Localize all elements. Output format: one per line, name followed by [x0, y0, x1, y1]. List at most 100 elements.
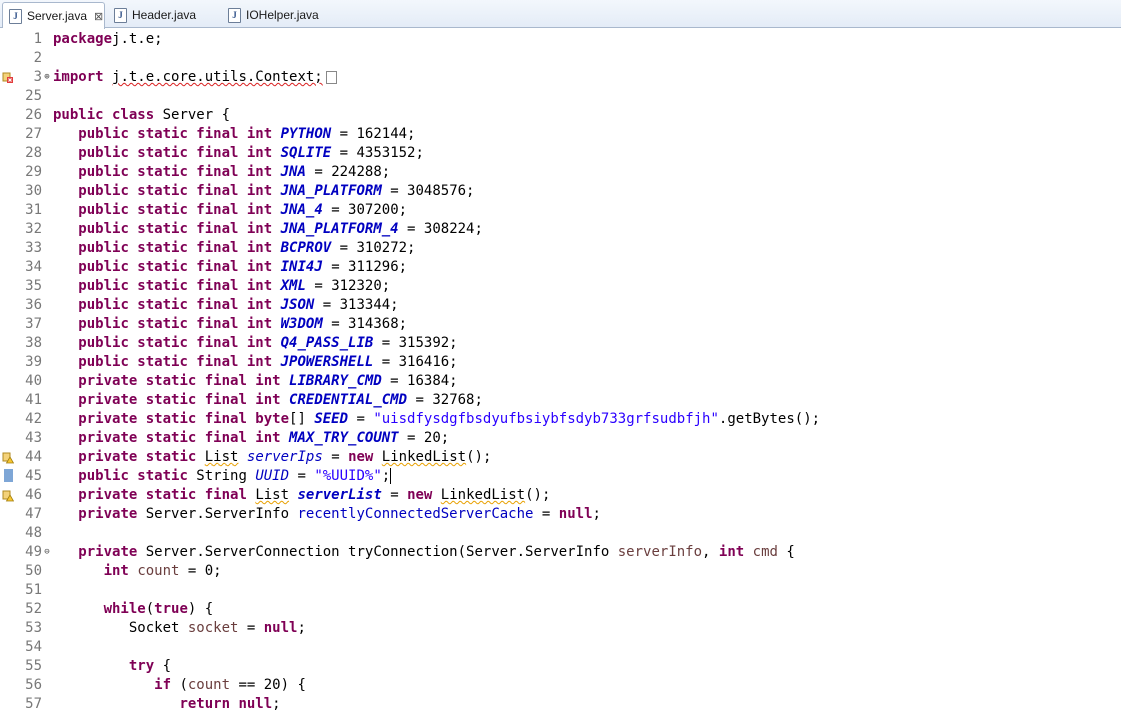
code-line[interactable]: 47 private Server.ServerInfo recentlyCon…	[0, 505, 1121, 524]
warning-marker-icon[interactable]	[2, 489, 15, 502]
code-text: packagej.t.e;	[53, 31, 163, 47]
line-number: 38	[25, 335, 42, 351]
line-number: 57	[25, 696, 42, 712]
code-text: public static final int XML = 312320;	[78, 278, 391, 294]
line-number: 41	[25, 392, 42, 408]
code-text: public static String UUID = "%UUID%";	[78, 468, 392, 484]
code-line[interactable]: 37 public static final int W3DOM = 31436…	[0, 315, 1121, 334]
code-line[interactable]: 25	[0, 87, 1121, 106]
code-editor[interactable]: 1 packagej.t.e; 2 3 ⊕ import j.t.e.core.utils…	[0, 28, 1121, 715]
warning-marker-icon[interactable]	[2, 451, 15, 464]
line-number: 54	[25, 639, 42, 655]
tab-label: Header.java	[132, 8, 197, 22]
code-line[interactable]: 27 public static final int PYTHON = 1621…	[0, 125, 1121, 144]
code-text: public static final int JSON = 313344;	[78, 297, 399, 313]
line-number: 43	[25, 430, 42, 446]
code-line[interactable]: 3 ⊕ import j.t.e.core.utils.Context;	[0, 68, 1121, 87]
code-line[interactable]: 53 Socket socket = null;	[0, 619, 1121, 638]
code-text: private static List serverIps = new Link…	[78, 449, 492, 465]
line-number: 46	[25, 487, 42, 503]
code-line[interactable]: 39 public static final int JPOWERSHELL =…	[0, 353, 1121, 372]
line-number: 33	[25, 240, 42, 256]
line-number: 45	[25, 468, 42, 484]
code-line[interactable]: 1 packagej.t.e;	[0, 30, 1121, 49]
code-line[interactable]: 33 public static final int BCPROV = 3102…	[0, 239, 1121, 258]
code-line[interactable]: 30 public static final int JNA_PLATFORM …	[0, 182, 1121, 201]
code-line[interactable]: 38 public static final int Q4_PASS_LIB =…	[0, 334, 1121, 353]
code-line[interactable]: 54	[0, 638, 1121, 657]
code-line[interactable]: 35 public static final int XML = 312320;	[0, 277, 1121, 296]
line-number: 28	[25, 145, 42, 161]
line-number: 3	[33, 69, 42, 85]
line-number: 29	[25, 164, 42, 180]
collapse-fold-icon[interactable]: ⊖	[42, 543, 52, 562]
code-text: public static final int W3DOM = 314368;	[78, 316, 408, 332]
bookmark-marker-icon[interactable]	[2, 469, 14, 486]
code-text: public static final int JNA_PLATFORM_4 =…	[78, 221, 483, 237]
tab-header-java[interactable]: J Header.java	[108, 2, 220, 28]
code-line[interactable]: 44 private static List serverIps = new L…	[0, 448, 1121, 467]
line-number: 56	[25, 677, 42, 693]
code-line[interactable]: 43 private static final int MAX_TRY_COUN…	[0, 429, 1121, 448]
line-number: 48	[25, 525, 42, 541]
line-number: 27	[25, 126, 42, 142]
line-number: 32	[25, 221, 42, 237]
line-number: 35	[25, 278, 42, 294]
code-text: public class Server {	[53, 107, 231, 123]
code-line[interactable]: 29 public static final int JNA = 224288;	[0, 163, 1121, 182]
code-text: public static final int SQLITE = 4353152…	[78, 145, 424, 161]
line-number: 25	[25, 88, 42, 104]
code-text: private Server.ServerConnection tryConne…	[78, 544, 795, 560]
line-number: 49	[25, 544, 42, 560]
line-number: 42	[25, 411, 42, 427]
close-icon[interactable]: ⊠	[94, 10, 103, 23]
code-line[interactable]: 52 while(true) {	[0, 600, 1121, 619]
line-number: 47	[25, 506, 42, 522]
code-text: private static final int MAX_TRY_COUNT =…	[78, 430, 450, 446]
tab-label: IOHelper.java	[246, 8, 319, 22]
code-line[interactable]: 51	[0, 581, 1121, 600]
code-text: private static final int LIBRARY_CMD = 1…	[78, 373, 458, 389]
code-text: public static final int JNA_4 = 307200;	[78, 202, 408, 218]
tab-server-java[interactable]: J Server.java ⊠	[2, 2, 105, 29]
code-text: while(true) {	[103, 601, 214, 617]
code-line[interactable]: 36 public static final int JSON = 313344…	[0, 296, 1121, 315]
code-line[interactable]: 32 public static final int JNA_PLATFORM_…	[0, 220, 1121, 239]
code-line[interactable]: 45 public static String UUID = "%UUID%";	[0, 467, 1121, 486]
code-line[interactable]: 26 public class Server {	[0, 106, 1121, 125]
java-file-icon: J	[9, 8, 22, 24]
java-file-icon: J	[228, 7, 241, 23]
code-line[interactable]: 48	[0, 524, 1121, 543]
code-line[interactable]: 2	[0, 49, 1121, 68]
code-line[interactable]: 42 private static final byte[] SEED = "u…	[0, 410, 1121, 429]
line-number: 26	[25, 107, 42, 123]
line-number: 51	[25, 582, 42, 598]
code-line[interactable]: 57 return null;	[0, 695, 1121, 714]
code-text: private static final int CREDENTIAL_CMD …	[78, 392, 483, 408]
collapsed-region-icon[interactable]	[325, 70, 337, 84]
code-text: private Server.ServerInfo recentlyConnec…	[78, 506, 601, 522]
code-text: public static final int JNA_PLATFORM = 3…	[78, 183, 475, 199]
code-line[interactable]: 40 private static final int LIBRARY_CMD …	[0, 372, 1121, 391]
code-text: try {	[128, 658, 172, 674]
code-line[interactable]: 28 public static final int SQLITE = 4353…	[0, 144, 1121, 163]
code-line[interactable]: 31 public static final int JNA_4 = 30720…	[0, 201, 1121, 220]
editor-tab-bar: J Server.java ⊠ J Header.java J IOHelper…	[0, 0, 1121, 29]
code-line[interactable]: 50 int count = 0;	[0, 562, 1121, 581]
error-marker-icon[interactable]	[2, 71, 14, 84]
java-file-icon: J	[114, 7, 127, 23]
code-line[interactable]: 56 if (count == 20) {	[0, 676, 1121, 695]
code-line[interactable]: 46 private static final List serverList …	[0, 486, 1121, 505]
code-text: private static final List serverList = n…	[78, 487, 551, 503]
code-line[interactable]: 49 ⊖ private Server.ServerConnection tryC…	[0, 543, 1121, 562]
code-text: int count = 0;	[103, 563, 222, 579]
line-number: 31	[25, 202, 42, 218]
line-number: 34	[25, 259, 42, 275]
tab-iohelper-java[interactable]: J IOHelper.java	[222, 2, 342, 28]
code-line[interactable]: 55 try {	[0, 657, 1121, 676]
line-number: 2	[33, 50, 42, 66]
line-number: 30	[25, 183, 42, 199]
expand-fold-icon[interactable]: ⊕	[42, 68, 52, 87]
code-line[interactable]: 34 public static final int INI4J = 31129…	[0, 258, 1121, 277]
code-line[interactable]: 41 private static final int CREDENTIAL_C…	[0, 391, 1121, 410]
